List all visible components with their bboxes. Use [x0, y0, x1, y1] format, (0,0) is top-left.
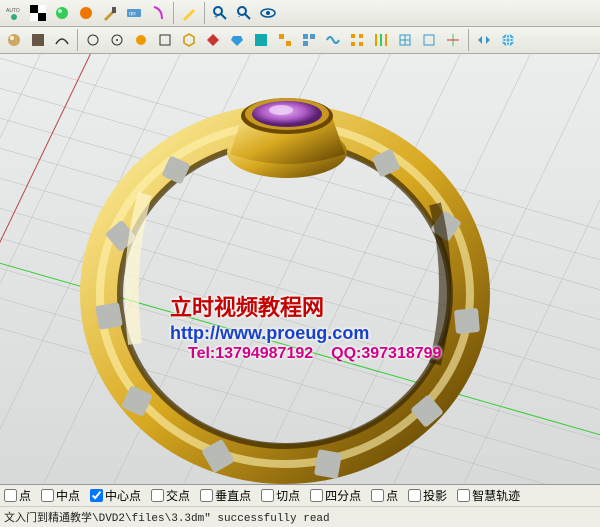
tool-globe[interactable]: [497, 29, 519, 51]
status-bar: 文入门到精通教学\DVD2\files\3.3dm" successfully …: [0, 506, 600, 527]
tool-brush[interactable]: [99, 2, 121, 24]
tool-boxes-2[interactable]: [298, 29, 320, 51]
tool-pencil[interactable]: [178, 2, 200, 24]
watermark-contact: Tel:13794987192 QQ:397318799: [170, 345, 441, 363]
osnap-cen[interactable]: 中心点: [90, 487, 141, 504]
tool-grid-2[interactable]: [370, 29, 392, 51]
tool-orange-ball[interactable]: [75, 2, 97, 24]
viewport-perspective[interactable]: ve: [0, 54, 600, 484]
osnap-end-check[interactable]: [4, 489, 17, 502]
osnap-quad-check[interactable]: [310, 489, 323, 502]
tool-cubes-1[interactable]: [394, 29, 416, 51]
tool-square[interactable]: [154, 29, 176, 51]
watermark-tel: Tel:13794987192: [188, 345, 313, 362]
tool-curve[interactable]: [51, 29, 73, 51]
osnap-proj[interactable]: 投影: [408, 487, 447, 504]
osnap-quad[interactable]: 四分点: [310, 487, 361, 504]
tool-teal-box[interactable]: [250, 29, 272, 51]
osnap-perp[interactable]: 垂直点: [200, 487, 251, 504]
osnap-track-check[interactable]: [457, 489, 470, 502]
osnap-int[interactable]: 交点: [151, 487, 190, 504]
svg-text:+: +: [214, 14, 218, 21]
tool-wave[interactable]: [322, 29, 344, 51]
tool-circle-1[interactable]: [82, 29, 104, 51]
osnap-cen-check[interactable]: [90, 489, 103, 502]
separator: [468, 29, 469, 51]
osnap-int-check[interactable]: [151, 489, 164, 502]
osnap-knot-check[interactable]: [371, 489, 384, 502]
tool-cubes-2[interactable]: [418, 29, 440, 51]
tool-axis[interactable]: [442, 29, 464, 51]
tool-sphere-gold[interactable]: [3, 29, 25, 51]
zoom-out-icon[interactable]: -: [233, 2, 255, 24]
osnap-tan[interactable]: 切点: [261, 487, 300, 504]
osnap-mid-check[interactable]: [41, 489, 54, 502]
watermark-overlay: 立时视频教程网 http://www.proeug.com Tel:137949…: [170, 289, 441, 364]
tool-magenta[interactable]: [147, 2, 169, 24]
osnap-tan-check[interactable]: [261, 489, 274, 502]
osnap-knot[interactable]: 点: [371, 487, 398, 504]
tool-hexagon[interactable]: [178, 29, 200, 51]
tool-circle-2[interactable]: [106, 29, 128, 51]
svg-text:AUTO: AUTO: [6, 8, 20, 14]
osnap-mid[interactable]: 中点: [41, 487, 80, 504]
tool-green-ball[interactable]: [51, 2, 73, 24]
ring-model: [55, 84, 535, 484]
watermark-qq: QQ:397318799: [331, 345, 441, 362]
watermark-title: 立时视频教程网: [170, 290, 441, 322]
osnap-bar: 点 中点 中心点 交点 垂直点 切点 四分点 点 投影 智慧轨迹: [0, 484, 600, 506]
osnap-perp-check[interactable]: [200, 489, 213, 502]
tool-gold-dark[interactable]: [27, 29, 49, 51]
separator: [77, 29, 78, 51]
tool-diamond[interactable]: [202, 29, 224, 51]
osnap-track[interactable]: 智慧轨迹: [457, 487, 520, 504]
svg-text:rpc: rpc: [129, 11, 136, 17]
separator: [204, 2, 205, 24]
view-eye-icon[interactable]: [257, 2, 279, 24]
separator: [173, 2, 174, 24]
zoom-in-icon[interactable]: +: [209, 2, 231, 24]
tool-auto[interactable]: AUTO: [3, 2, 25, 24]
tool-checker[interactable]: [27, 2, 49, 24]
tool-rpc[interactable]: rpc: [123, 2, 145, 24]
tool-arrows[interactable]: [473, 29, 495, 51]
tool-boxes-1[interactable]: [274, 29, 296, 51]
tool-gem[interactable]: [226, 29, 248, 51]
watermark-url: http://www.proeug.com: [170, 323, 441, 344]
tool-grid-1[interactable]: [346, 29, 368, 51]
osnap-end[interactable]: 点: [4, 487, 31, 504]
toolbar-row-1: AUTO rpc + -: [0, 0, 600, 27]
toolbar-row-2: [0, 27, 600, 54]
osnap-proj-check[interactable]: [408, 489, 421, 502]
tool-circle-filled[interactable]: [130, 29, 152, 51]
